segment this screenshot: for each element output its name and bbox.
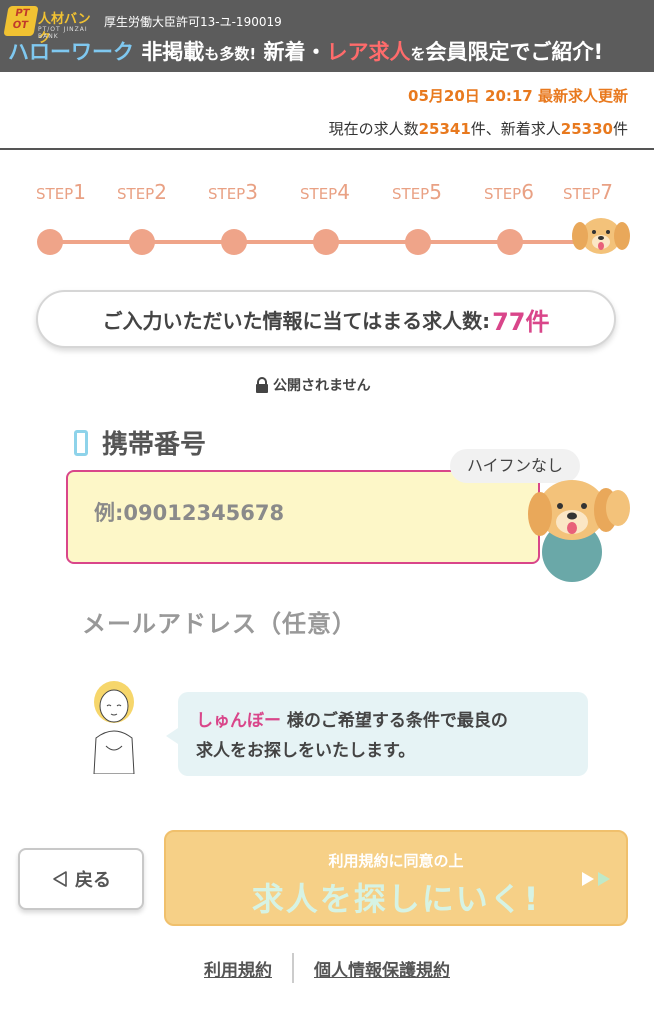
step-2-label: STEP2 (102, 180, 182, 204)
step-number: 2 (154, 180, 167, 204)
pt-ot-jinzai-bank-logo[interactable]: PT OT 人材バンク PT/OT JINZAI BANK (3, 6, 98, 46)
email-label[interactable]: メールアドレス（任意） (82, 604, 357, 639)
header-divider (0, 148, 654, 150)
step-number: 5 (429, 180, 442, 204)
headline-unlisted: 非掲載 (141, 40, 205, 64)
footer-separator (292, 953, 294, 983)
submit-label: 求人を探しにいく! (251, 880, 541, 918)
advisor-speech-bubble: しゅんぼー 様のご希望する条件で最良の 求人をお探しをいたします。 (166, 692, 588, 776)
logo-pt: PT (14, 8, 31, 19)
forward-arrows-icon (582, 872, 610, 886)
back-button[interactable]: 戻る (18, 848, 144, 910)
privacy-note-text: 公開されません (273, 378, 371, 394)
phone-field-box (66, 470, 540, 564)
matching-jobs-number: 77件 (492, 307, 550, 336)
mobile-phone-icon (74, 429, 88, 456)
new-jobs-count: 25330 (560, 120, 613, 138)
update-datetime: 05月20日 20:17 (408, 87, 533, 105)
step-3-dot (221, 229, 247, 255)
submit-subtext: 利用規約に同意の上 (328, 852, 464, 870)
matching-jobs-text: ご入力いただいた情報に当てはまる求人数: (102, 308, 491, 333)
step-prefix: STEP (36, 185, 74, 203)
step-5-label: STEP5 (377, 180, 457, 204)
step-6-dot (497, 229, 523, 255)
step-prefix: STEP (484, 185, 522, 203)
advisor-message-line2: 求人をお探しをいたします。 (196, 741, 416, 761)
privacy-policy-link[interactable]: 個人情報保護規約 (314, 956, 450, 981)
step-5-dot (405, 229, 431, 255)
step-1-label: STEP1 (21, 180, 101, 204)
phone-input[interactable] (92, 500, 516, 526)
total-jobs-count: 25341 (418, 120, 471, 138)
step-prefix: STEP (563, 185, 601, 203)
counts-prefix: 現在の求人数 (328, 120, 419, 138)
phone-label: 携帯番号 (74, 424, 206, 461)
logo-ot: OT (11, 20, 29, 31)
headline-rare-jobs: レア求人 (326, 40, 411, 64)
matching-jobs-count: ご入力いただいた情報に当てはまる求人数: 77件 (36, 290, 616, 348)
license-number: 厚生労働大臣許可13-ユ-190019 (104, 15, 282, 29)
dog-on-ball-icon (528, 480, 630, 582)
update-label: 最新求人更新 (537, 87, 628, 105)
step-prefix: STEP (392, 185, 430, 203)
step-prefix: STEP (117, 185, 155, 203)
headline-particle: を (410, 45, 426, 63)
step-number: 6 (521, 180, 534, 204)
top-banner: PT OT 人材バンク PT/OT JINZAI BANK 厚生労働大臣許可13… (0, 0, 654, 72)
headline-members: 会員限定でご紹介! (425, 40, 604, 64)
step-4-label: STEP4 (285, 180, 365, 204)
privacy-note: 公開されません (255, 375, 371, 395)
step-6-label: STEP6 (469, 180, 549, 204)
step-number: 4 (337, 180, 350, 204)
headline-new: 新着・ (263, 40, 327, 64)
step-3-label: STEP3 (193, 180, 273, 204)
advisor-message: しゅんぼー 様のご希望する条件で最良の 求人をお探しをいたします。 (196, 706, 508, 766)
counts-suffix: 件 (612, 120, 628, 138)
step-prefix: STEP (300, 185, 338, 203)
counts-mid: 件、新着求人 (470, 120, 561, 138)
step-prefix: STEP (208, 185, 246, 203)
step-number: 1 (73, 180, 86, 204)
step-number: 7 (600, 180, 613, 204)
advisor-message-line1: 様のご希望する条件で最良の (286, 711, 508, 731)
job-counts: 現在の求人数25341件、新着求人25330件 (329, 118, 628, 139)
terms-link[interactable]: 利用規約 (204, 956, 272, 981)
headline-hellowork: ハローワーク (8, 40, 134, 64)
headline-many: も多数! (204, 45, 257, 63)
search-jobs-button[interactable]: 利用規約に同意の上 求人を探しにいく! (164, 830, 628, 926)
step-4-dot (313, 229, 339, 255)
dog-mascot-icon (572, 218, 630, 254)
phone-label-text: 携帯番号 (102, 430, 207, 460)
user-name: しゅんぼー (196, 711, 281, 731)
advisor-avatar (93, 681, 135, 774)
logo-badge: PT OT (3, 6, 39, 36)
step-1-dot (37, 229, 63, 255)
step-7-label: STEP7 (548, 180, 628, 204)
last-updated: 05月20日 20:17 最新求人更新 (408, 85, 628, 106)
step-number: 3 (245, 180, 258, 204)
lock-icon (256, 377, 268, 393)
banner-headline: ハローワーク 非掲載も多数! 新着・レア求人を会員限定でご紹介! (8, 36, 603, 66)
step-2-dot (129, 229, 155, 255)
back-button-label: 戻る (75, 870, 111, 891)
back-arrow-icon (53, 871, 67, 887)
footer-links: 利用規約 個人情報保護規約 (0, 953, 654, 983)
